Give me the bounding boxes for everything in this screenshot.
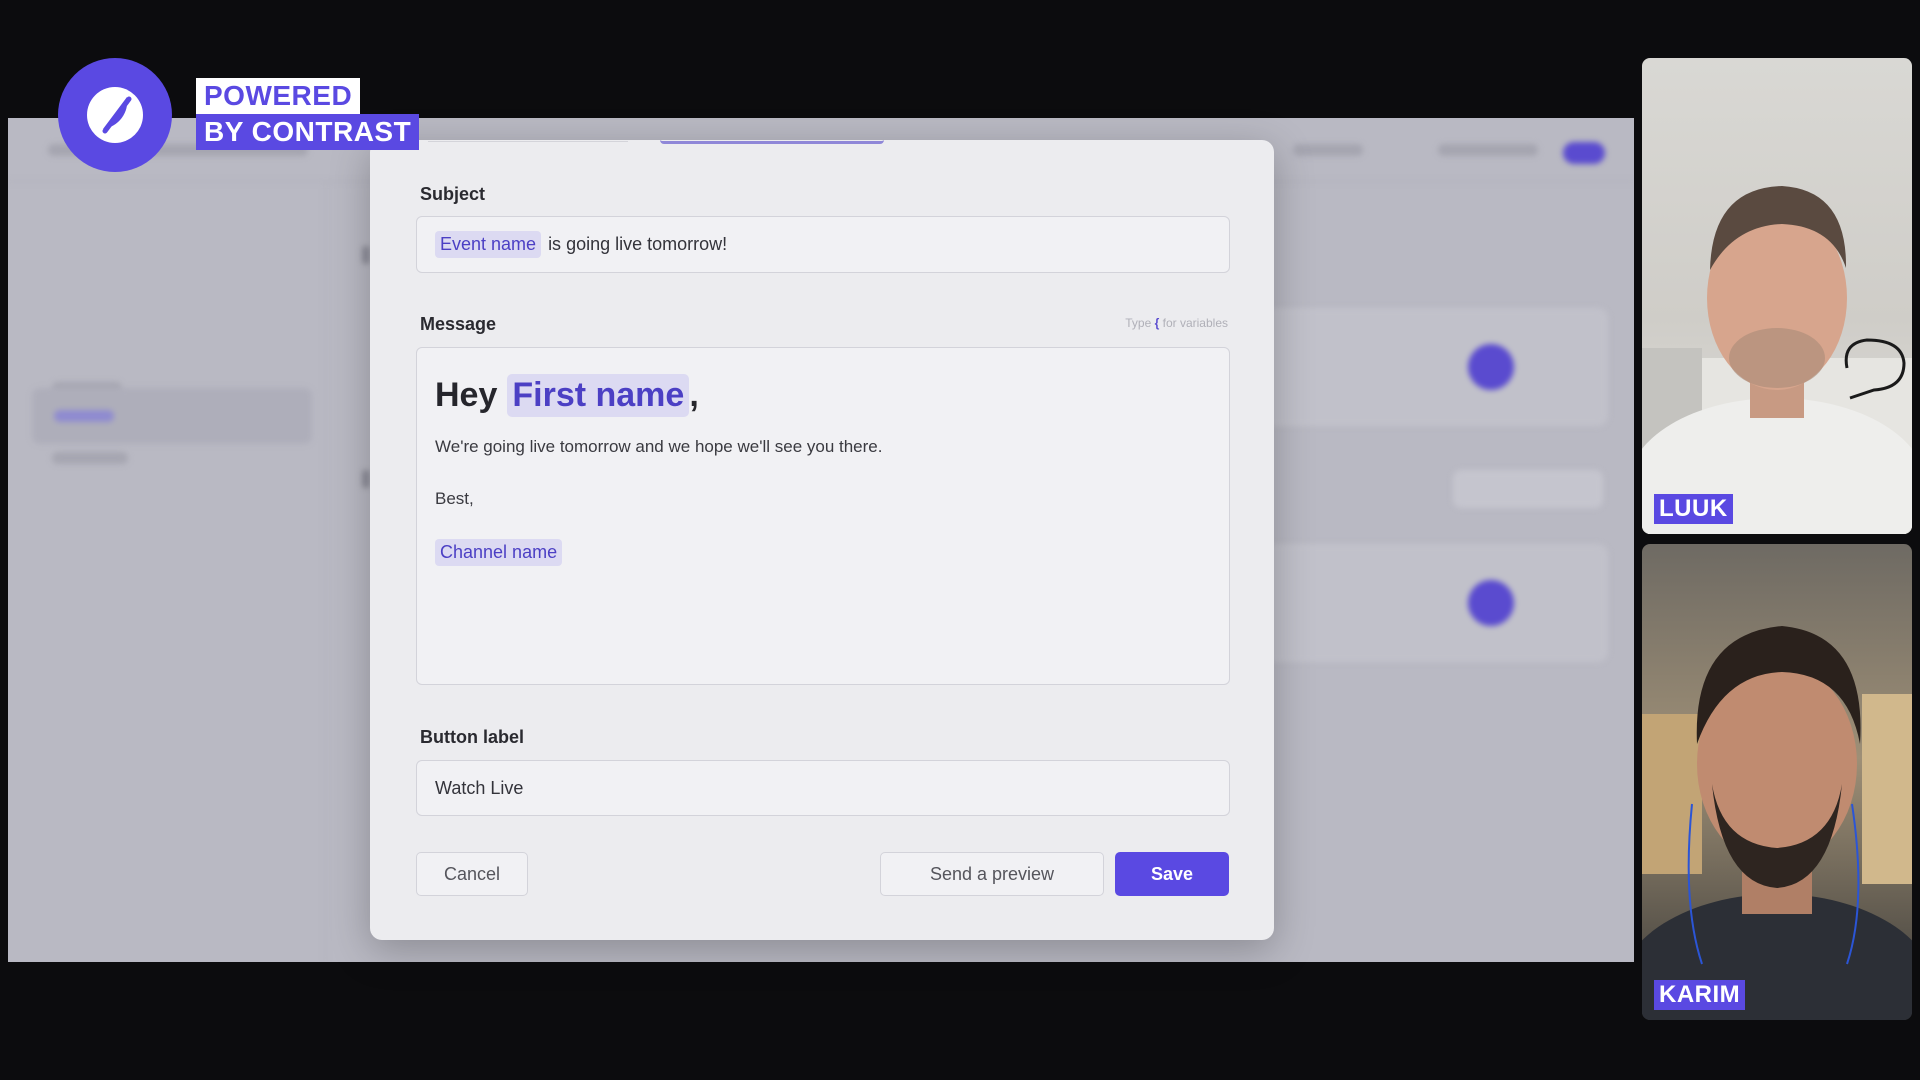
subject-text: is going live tomorrow! xyxy=(548,234,728,254)
background-check-icon xyxy=(1468,344,1514,390)
greeting-text: Hey xyxy=(435,376,498,414)
message-signature: Channel name xyxy=(435,539,1211,566)
background-card xyxy=(1238,544,1608,662)
hint-prefix: Type xyxy=(1125,316,1152,330)
subject-label: Subject xyxy=(420,184,486,204)
message-editor[interactable]: Hey First name , We're going live tomorr… xyxy=(416,347,1230,685)
email-template-modal: Subject Event name is going live tomorro… xyxy=(370,140,1274,940)
contrast-logo-icon xyxy=(58,58,172,172)
brand-line-2: BY CONTRAST xyxy=(196,114,420,150)
variables-hint: Type { for variables xyxy=(1125,316,1228,330)
message-body: We're going live tomorrow and we hope we… xyxy=(435,437,883,456)
subject-input[interactable]: Event name is going live tomorrow! xyxy=(416,216,1230,273)
participant-2-name: KARIM xyxy=(1654,980,1746,1010)
stream-stage: Subject Event name is going live tomorro… xyxy=(0,0,1920,1080)
message-signoff: Best, xyxy=(435,489,474,508)
channel-name-variable-chip[interactable]: Channel name xyxy=(435,539,563,566)
powered-by-contrast-banner: POWERED BY CONTRAST xyxy=(196,78,420,150)
sidebar-active-text xyxy=(54,410,114,422)
participant-1-name: LUUK xyxy=(1654,494,1733,524)
event-name-variable-chip[interactable]: Event name xyxy=(435,231,542,258)
webcam-participant-1: LUUK xyxy=(1642,58,1912,534)
save-button[interactable]: Save xyxy=(1115,852,1229,896)
tab-underline-inactive xyxy=(428,138,628,142)
greeting-punctuation: , xyxy=(689,376,699,414)
ghost-marker xyxy=(362,246,370,264)
background-button xyxy=(1453,470,1603,508)
button-label-label: Button label xyxy=(420,727,524,747)
first-name-variable-chip[interactable]: First name xyxy=(507,374,690,417)
sidebar-ghost-item xyxy=(52,452,128,464)
background-check-icon xyxy=(1468,580,1514,626)
tab-underline-active[interactable] xyxy=(660,136,884,144)
ghost-marker xyxy=(362,470,370,488)
participant-2-silhouette xyxy=(1642,626,1912,1020)
send-preview-button[interactable]: Send a preview xyxy=(880,852,1104,896)
topbar-ghost-text xyxy=(1438,144,1538,156)
hint-key: { xyxy=(1154,316,1160,330)
message-greeting: Hey First name , xyxy=(435,374,1211,417)
contrast-logo-mark xyxy=(87,87,143,143)
hint-suffix: for variables xyxy=(1162,316,1228,330)
toggle-switch xyxy=(1563,142,1605,164)
cancel-button[interactable]: Cancel xyxy=(416,852,528,896)
participant-1-silhouette xyxy=(1642,186,1912,534)
app-sidebar xyxy=(8,182,326,962)
webcam-participant-2: KARIM xyxy=(1642,544,1912,1020)
background-card xyxy=(1238,308,1608,426)
topbar-ghost-text xyxy=(1293,144,1363,156)
button-label-input[interactable]: Watch Live xyxy=(416,760,1230,816)
brand-line-1: POWERED xyxy=(196,78,361,114)
message-label: Message xyxy=(420,314,497,334)
